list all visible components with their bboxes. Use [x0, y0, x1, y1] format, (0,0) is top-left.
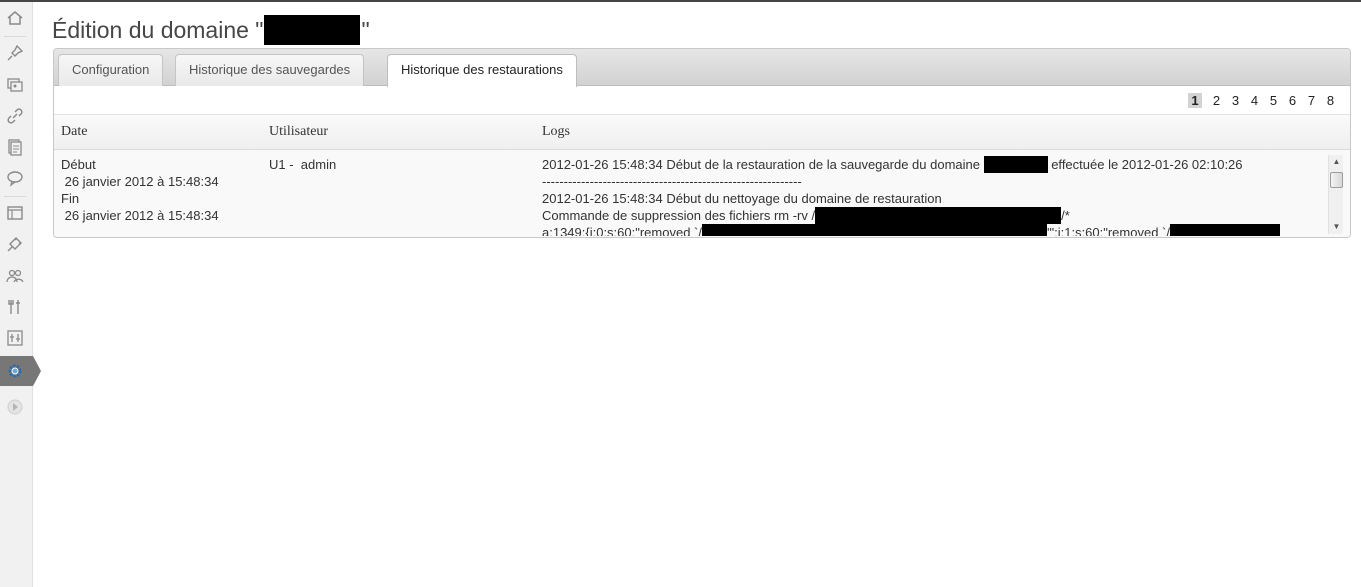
pin-icon[interactable] [5, 43, 25, 63]
active-indicator-arrow [33, 356, 41, 386]
log-line: Commande de suppression des fichiers rm … [542, 207, 1328, 224]
logs-scrollbar[interactable]: ▲ ▼ [1328, 155, 1343, 234]
page-title-prefix: Édition du domaine " [52, 16, 264, 43]
page-link[interactable]: 7 [1302, 93, 1321, 108]
page-link[interactable]: 5 [1264, 93, 1283, 108]
page-link[interactable]: 4 [1245, 93, 1264, 108]
log-line: 2012-01-26 15:48:34 Début du nettoyage d… [542, 191, 942, 206]
scroll-up-icon[interactable]: ▲ [1329, 155, 1344, 169]
user-cell: U1 - admin [269, 157, 337, 172]
start-date: 26 janvier 2012 à 15:48:34 [61, 174, 219, 189]
settings-icon[interactable] [5, 328, 25, 348]
redacted-text [702, 224, 1047, 236]
log-text: 2012-01-26 15:48:34 Début de la restaura… [542, 157, 984, 172]
page-link[interactable]: 2 [1207, 93, 1226, 108]
gear-icon[interactable] [5, 361, 25, 381]
redacted-text [1169, 224, 1280, 236]
page-link[interactable]: 6 [1283, 93, 1302, 108]
redacted-text [815, 207, 1062, 224]
media-icon[interactable] [5, 75, 25, 95]
scroll-thumb[interactable] [1330, 172, 1343, 188]
column-header-date: Date [61, 124, 88, 139]
column-header-logs: Logs [542, 124, 570, 139]
redacted-domain-name [264, 15, 361, 45]
start-label: Début [61, 157, 96, 172]
log-text: '";i:1;s:60:"removed `/ [1047, 225, 1170, 236]
scroll-down-icon[interactable]: ▼ [1329, 220, 1344, 234]
log-text: effectuée le 2012-01-26 02:10:26 [1047, 157, 1243, 172]
collapse-icon[interactable] [5, 397, 25, 417]
pagination: 1 2 3 4 5 6 7 8 [1188, 90, 1340, 110]
page-link[interactable]: 3 [1226, 93, 1245, 108]
top-border [0, 0, 1361, 2]
page-title-suffix: " [361, 16, 370, 43]
logs-textarea[interactable]: 2012-01-26 15:48:34 Début de la restaura… [542, 156, 1328, 236]
log-text: a:1349:{i:0;s:60:"removed `/ [542, 225, 702, 236]
redacted-text [983, 156, 1048, 173]
tabs-panel: Configuration Historique des sauvegardes… [53, 48, 1351, 238]
sidebar-separator [4, 36, 26, 37]
pages-icon[interactable] [5, 137, 25, 157]
tab-configuration[interactable]: Configuration [58, 54, 164, 86]
table-header: Date Utilisateur Logs [54, 114, 1350, 150]
plugins-icon[interactable] [5, 234, 25, 254]
appearance-icon[interactable] [5, 203, 25, 223]
tab-backup-history[interactable]: Historique des sauvegardes [175, 54, 365, 86]
dashboard-icon[interactable] [5, 8, 25, 28]
page-link[interactable]: 8 [1321, 93, 1340, 108]
log-text: /* [1061, 208, 1070, 223]
users-icon[interactable] [5, 266, 25, 286]
end-label: Fin [61, 191, 80, 206]
tools-icon[interactable] [5, 297, 25, 317]
sidebar-separator [4, 196, 26, 197]
tab-restore-history[interactable]: Historique des restaurations [387, 54, 577, 87]
log-line: ----------------------------------------… [542, 174, 802, 189]
page-link-current: 1 [1188, 92, 1202, 108]
page-title: Édition du domaine " " [52, 14, 370, 46]
log-text: Commande de suppression des fichiers rm … [542, 208, 816, 223]
column-header-user: Utilisateur [269, 124, 329, 139]
table-row: Début 26 janvier 2012 à 15:48:34 Fin 26 … [54, 150, 1350, 237]
links-icon[interactable] [5, 106, 25, 126]
end-date: 26 janvier 2012 à 15:48:34 [61, 208, 219, 223]
admin-sidebar [0, 2, 33, 587]
log-line: 2012-01-26 15:48:34 Début de la restaura… [542, 156, 1328, 173]
tab-bar: Configuration Historique des sauvegardes… [54, 49, 1350, 87]
sidebar-item-active[interactable] [0, 356, 33, 386]
comments-icon[interactable] [5, 168, 25, 188]
log-line: a:1349:{i:0;s:60:"removed `/ '";i:1;s:60:… [542, 224, 1328, 236]
